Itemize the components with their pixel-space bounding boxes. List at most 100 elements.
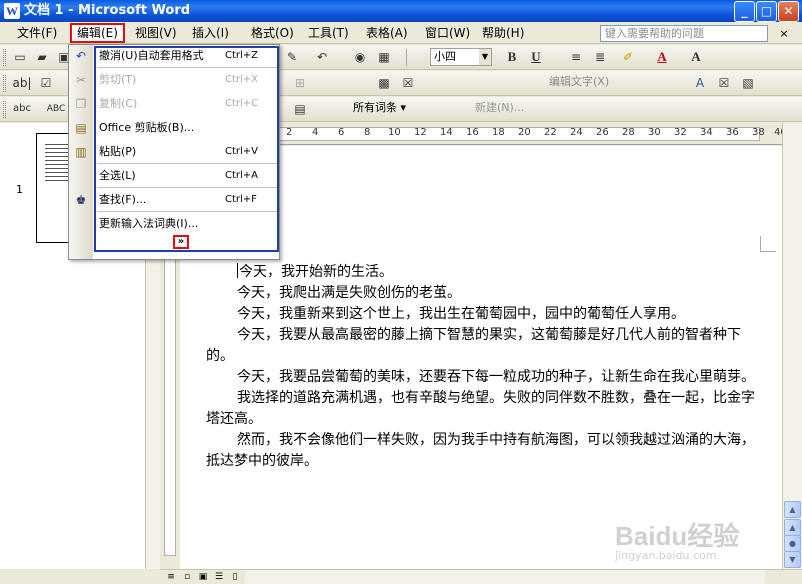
menu-item-label: 复制(C) xyxy=(99,97,138,110)
picture-icon[interactable]: ▧ xyxy=(738,74,758,92)
menu-item-undo[interactable]: 撤消(U)自动套用格式 Ctrl+Z xyxy=(99,46,277,66)
underline-button[interactable]: U xyxy=(526,48,546,66)
outline-view-icon[interactable]: ☰ xyxy=(212,571,226,584)
menu-item-select-all[interactable]: 全选(L) Ctrl+A xyxy=(99,166,277,186)
menu-item-update-ime-dictionary[interactable]: 更新输入法词典(I)... xyxy=(99,214,277,234)
menu-separator xyxy=(97,67,277,68)
text-wrap-icon[interactable]: ☒ xyxy=(714,74,734,92)
menu-table[interactable]: 表格(A) xyxy=(361,24,413,42)
menu-item-shortcut: Ctrl+C xyxy=(225,98,259,109)
close-button[interactable]: ✕ xyxy=(778,1,799,22)
hyperlink-icon[interactable]: ◉ xyxy=(350,48,370,66)
undo-toolbar-icon[interactable]: ↶ xyxy=(312,48,332,66)
format-painter-icon[interactable]: ✎ xyxy=(282,48,302,66)
menu-separator xyxy=(97,211,277,212)
bold-button[interactable]: B xyxy=(502,48,522,66)
paragraph[interactable]: 今天，我重新来到这个世上，我出生在葡萄园中，园中的葡萄任人享用。 xyxy=(206,304,762,325)
menu-help[interactable]: 帮助(H) xyxy=(477,24,529,42)
menu-item-office-clipboard[interactable]: Office 剪贴板(B)... xyxy=(99,118,277,138)
menu-file[interactable]: 文件(F) xyxy=(12,24,62,42)
align-center-icon[interactable]: ≡ xyxy=(566,48,586,66)
new-autotext-button[interactable]: 新建(N)... xyxy=(472,100,538,118)
menu-edit[interactable]: 编辑(E) xyxy=(70,23,125,43)
text-field-icon[interactable]: ab| xyxy=(12,74,32,92)
ruler-number: 34 xyxy=(700,127,713,138)
grow-font-button[interactable]: A xyxy=(686,48,706,66)
paragraph[interactable]: 今天，我要品尝葡萄的美味，还要吞下每一粒成功的种子，让新生命在我心里萌芽。 xyxy=(206,367,762,388)
previous-page-icon[interactable]: ▲ xyxy=(784,519,801,536)
font-color-button[interactable]: A xyxy=(652,48,672,66)
edit-text-button[interactable]: 编辑文字(X) xyxy=(546,74,626,92)
menu-item-label: 剪切(T) xyxy=(99,73,137,86)
align-right-icon[interactable]: ≣ xyxy=(590,48,610,66)
shading-icon[interactable]: ▩ xyxy=(374,74,394,92)
document-body[interactable]: 今天，我开始新的生活。 今天，我爬出满是失败创伤的老茧。 今天，我重新来到这个世… xyxy=(206,262,762,472)
vertical-scrollbar[interactable]: ▲ ▲ ● ▼ xyxy=(782,123,802,569)
minimize-button[interactable]: _ xyxy=(734,1,755,22)
ruler-number: 20 xyxy=(518,127,531,138)
table-icon[interactable]: ▦ xyxy=(374,48,394,66)
baidu-watermark: Baidu经验 jingyan.baidu.com xyxy=(615,516,765,566)
font-size-select[interactable]: 小四 ▼ xyxy=(430,48,492,66)
next-page-icon[interactable]: ▼ xyxy=(784,551,801,568)
ruler-number: 18 xyxy=(492,127,505,138)
browse-object-icon[interactable]: ● xyxy=(784,535,801,552)
page-corner-mark xyxy=(760,236,776,252)
paragraph[interactable]: 今天，我爬出满是失败创伤的老茧。 xyxy=(206,283,762,304)
paragraph[interactable]: 今天，我要从最高最密的藤上摘下智慧的果实，这葡萄藤是好几代人前的智者种下的。 xyxy=(206,325,762,367)
new-document-icon[interactable]: ▭ xyxy=(10,48,30,66)
menu-item-label: 全选(L) xyxy=(99,169,136,182)
ruler-number: 8 xyxy=(364,127,371,138)
checkbox-icon[interactable]: ☑ xyxy=(36,74,56,92)
toolbar-separator xyxy=(406,49,407,66)
menu-window[interactable]: 窗口(W) xyxy=(420,24,475,42)
edit-menu-dropdown: ↶ 撤消(U)自动套用格式 Ctrl+Z ✂ 剪切(T) Ctrl+X ❐ 复制(C… xyxy=(68,44,280,260)
scroll-up-icon[interactable]: ▲ xyxy=(784,501,801,518)
text-cursor xyxy=(237,263,238,278)
copy-icon: ❐ xyxy=(75,97,87,111)
menu-item-shortcut: Ctrl+X xyxy=(225,74,259,85)
menu-insert[interactable]: 插入(I) xyxy=(187,24,234,42)
menu-item-shortcut: Ctrl+F xyxy=(225,194,257,205)
wordart-icon[interactable]: A xyxy=(690,74,710,92)
menu-item-paste[interactable]: 粘贴(P) Ctrl+V xyxy=(99,142,277,162)
paragraph[interactable]: 然而，我不会像他们一样失败，因为我手中持有航海图，可以领我越过汹涌的大海，抵达梦… xyxy=(206,430,762,472)
help-search-input[interactable]: 键入需要帮助的问题 xyxy=(600,25,768,42)
menu-format[interactable]: 格式(O) xyxy=(246,24,299,42)
toolbar-grip[interactable] xyxy=(3,49,6,66)
menu-item-shortcut: Ctrl+Z xyxy=(225,50,259,61)
chevron-down-icon: ▼ xyxy=(479,49,491,65)
toolbar-grip[interactable] xyxy=(3,101,6,118)
menu-item-copy[interactable]: 复制(C) Ctrl+C xyxy=(99,94,277,114)
menu-item-shortcut: Ctrl+V xyxy=(225,146,259,157)
reading-view-icon[interactable]: ▯ xyxy=(228,571,242,584)
normal-view-icon[interactable]: ≡ xyxy=(164,571,178,584)
menu-separator xyxy=(97,163,277,164)
checkbox-field-icon[interactable]: ☒ xyxy=(398,74,418,92)
paragraph[interactable]: 今天，我开始新的生活。 xyxy=(206,262,762,283)
close-document-icon[interactable]: × xyxy=(776,25,792,42)
print-view-icon[interactable]: ▣ xyxy=(196,571,210,584)
research-icon[interactable]: ABC xyxy=(46,100,66,118)
thumbnail-page-number: 1 xyxy=(16,183,23,196)
menu-view[interactable]: 视图(V) xyxy=(130,24,182,42)
horizontal-scrollbar[interactable] xyxy=(245,570,765,584)
paragraph[interactable]: 我选择的道路充满机遇，也有辛酸与绝望。失败的同伴数不胜数，叠在一起，比金字塔还高… xyxy=(206,388,762,430)
insert-row-icon[interactable]: ⊞ xyxy=(290,74,310,92)
toolbar-grip[interactable] xyxy=(3,75,6,92)
open-icon[interactable]: ▰ xyxy=(32,48,52,66)
autotext-icon[interactable]: ▤ xyxy=(290,100,310,118)
highlight-icon[interactable]: ✐ xyxy=(618,48,638,66)
menu-tools[interactable]: 工具(T) xyxy=(303,24,354,42)
ruler-number: 12 xyxy=(414,127,427,138)
web-view-icon[interactable]: ▫ xyxy=(180,571,194,584)
menu-item-find[interactable]: 查找(F)... Ctrl+F xyxy=(99,190,277,210)
expand-menu-chevron-icon[interactable]: » xyxy=(173,235,189,249)
menu-item-cut[interactable]: 剪切(T) Ctrl+X xyxy=(99,70,277,90)
title-bar: W 文档 1 - Microsoft Word _ □ ✕ xyxy=(0,0,802,22)
vertical-ruler-track xyxy=(164,246,176,556)
ruler-number: 6 xyxy=(338,127,345,138)
all-entries-dropdown[interactable]: 所有词条 ▾ xyxy=(350,100,440,118)
maximize-button[interactable]: □ xyxy=(756,1,777,22)
spelling-icon[interactable]: abc xyxy=(12,100,32,118)
